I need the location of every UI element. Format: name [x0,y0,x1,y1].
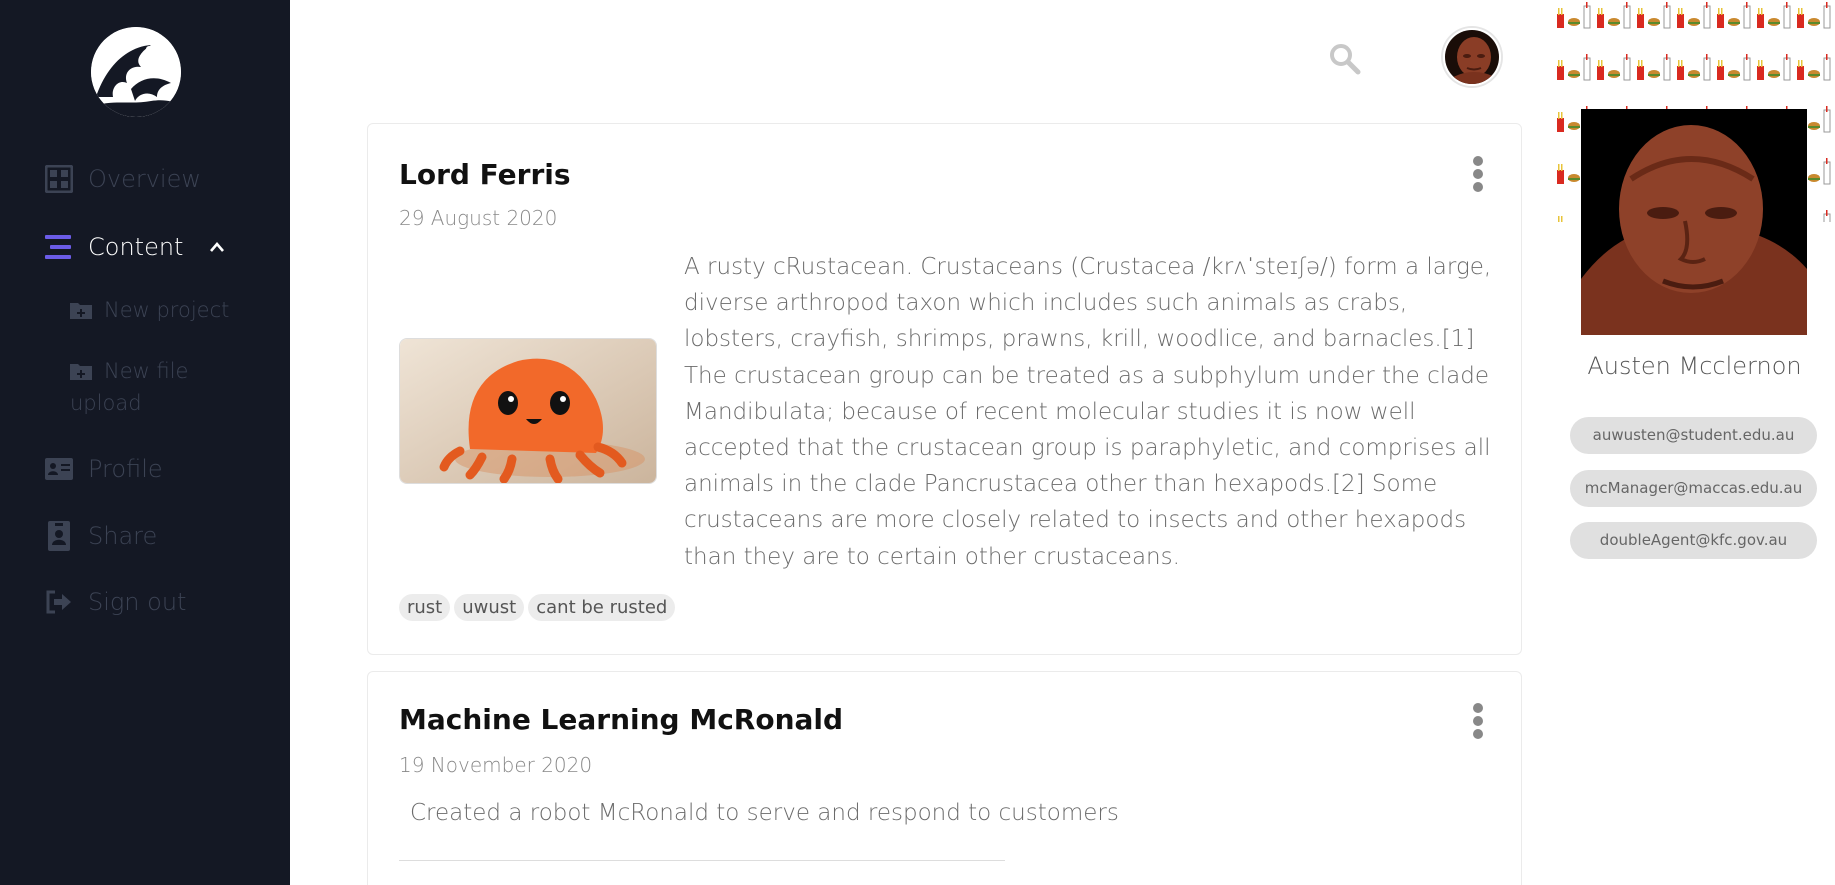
nav-overview-label: Overview [88,165,201,193]
nav-share-label: Share [88,522,158,550]
sign-out-icon [44,587,74,617]
nav-content[interactable]: Content [44,232,225,262]
post-card: Machine Learning McRonald 19 November 20… [367,671,1522,885]
tag[interactable]: uwust [454,594,525,621]
nav-new-file-upload[interactable]: New file upload [70,355,260,419]
id-card-icon [44,454,74,484]
post-date: 19 November 2020 [399,753,593,777]
post-card: Lord Ferris 29 August 2020 A rusty cRust… [367,123,1522,655]
tag[interactable]: cant be rusted [528,594,676,621]
folder-plus-icon [70,296,92,319]
tag[interactable]: rust [399,594,451,621]
nav-new-project[interactable]: New project [70,294,260,326]
tag-list: rust uwust cant be rusted [399,594,676,621]
badge-icon [44,521,74,551]
nav-new-project-label: New project [104,298,230,322]
kebab-menu-icon[interactable] [1473,703,1483,739]
kebab-menu-icon[interactable] [1473,156,1483,192]
great-wave-logo[interactable] [91,27,181,117]
nav-share[interactable]: Share [44,521,157,551]
post-body: Created a robot McRonald to serve and re… [410,800,1119,826]
folder-plus-icon [70,357,92,380]
nav-sign-out-label: Sign out [88,588,187,616]
post-body: A rusty cRustacean. Crustaceans (Crustac… [684,254,1492,570]
nav-content-label: Content [88,233,184,261]
search-icon[interactable] [1328,42,1362,76]
post-thumbnail[interactable] [399,338,657,484]
post-date: 29 August 2020 [399,206,558,230]
post-title[interactable]: Lord Ferris [399,158,571,191]
nav-overview[interactable]: Overview [44,164,201,194]
email-badge[interactable]: doubleAgent@kfc.gov.au [1570,522,1817,559]
grid-icon [44,164,74,194]
chevron-up-icon[interactable] [209,241,225,253]
divider [399,860,1005,861]
nav-profile-label: Profile [88,455,163,483]
user-avatar[interactable] [1443,28,1501,86]
nav-sign-out[interactable]: Sign out [44,587,186,617]
nav-profile[interactable]: Profile [44,454,163,484]
post-title[interactable]: Machine Learning McRonald [399,703,843,736]
sidebar: Overview Content New project New file up… [0,0,290,885]
profile-photo[interactable] [1581,109,1807,335]
email-badge[interactable]: auwusten@student.edu.au [1570,417,1817,454]
email-badge[interactable]: mcManager@maccas.edu.au [1570,470,1817,507]
list-icon [44,232,74,262]
profile-name: Austen Mcclernon [1587,352,1802,380]
